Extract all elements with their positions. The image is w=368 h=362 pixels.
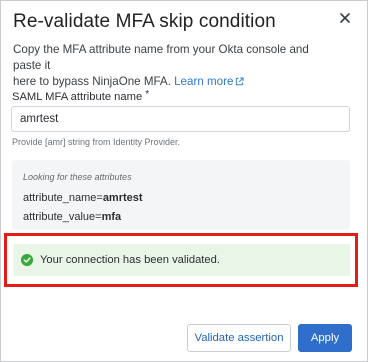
attributes-panel: Looking for these attributes attribute_n… bbox=[12, 160, 350, 230]
validate-assertion-button[interactable]: Validate assertion bbox=[187, 324, 291, 352]
attribute-value-key: attribute_value= bbox=[23, 211, 102, 223]
highlight-box bbox=[4, 233, 358, 287]
attribute-name-key: attribute_name= bbox=[23, 192, 103, 204]
saml-attribute-input[interactable] bbox=[11, 106, 350, 132]
dialog-title: Re-validate MFA skip condition bbox=[13, 11, 276, 32]
attributes-heading: Looking for these attributes bbox=[23, 172, 132, 182]
external-link-icon[interactable] bbox=[235, 77, 244, 86]
saml-attribute-label-text: SAML MFA attribute name bbox=[12, 91, 143, 103]
saml-attribute-label: SAML MFA attribute name * bbox=[12, 89, 149, 103]
field-hint: Provide [amr] string from Identity Provi… bbox=[12, 137, 181, 147]
close-icon[interactable] bbox=[337, 10, 353, 26]
attribute-name-value: amrtest bbox=[102, 192, 143, 204]
learn-more-link[interactable]: Learn more bbox=[174, 75, 233, 88]
dialog-description: Copy the MFA attribute name from your Ok… bbox=[13, 42, 338, 90]
required-marker: * bbox=[145, 89, 150, 100]
attribute-value-value: mfa bbox=[101, 211, 122, 223]
attribute-name-row: attribute_name=amrtest bbox=[23, 192, 143, 204]
attribute-value-row: attribute_value=mfa bbox=[23, 211, 121, 223]
description-line-2: here to bypass NinjaOne MFA. bbox=[13, 75, 175, 88]
apply-button[interactable]: Apply bbox=[298, 324, 352, 352]
description-line-1: Copy the MFA attribute name from your Ok… bbox=[13, 43, 309, 72]
